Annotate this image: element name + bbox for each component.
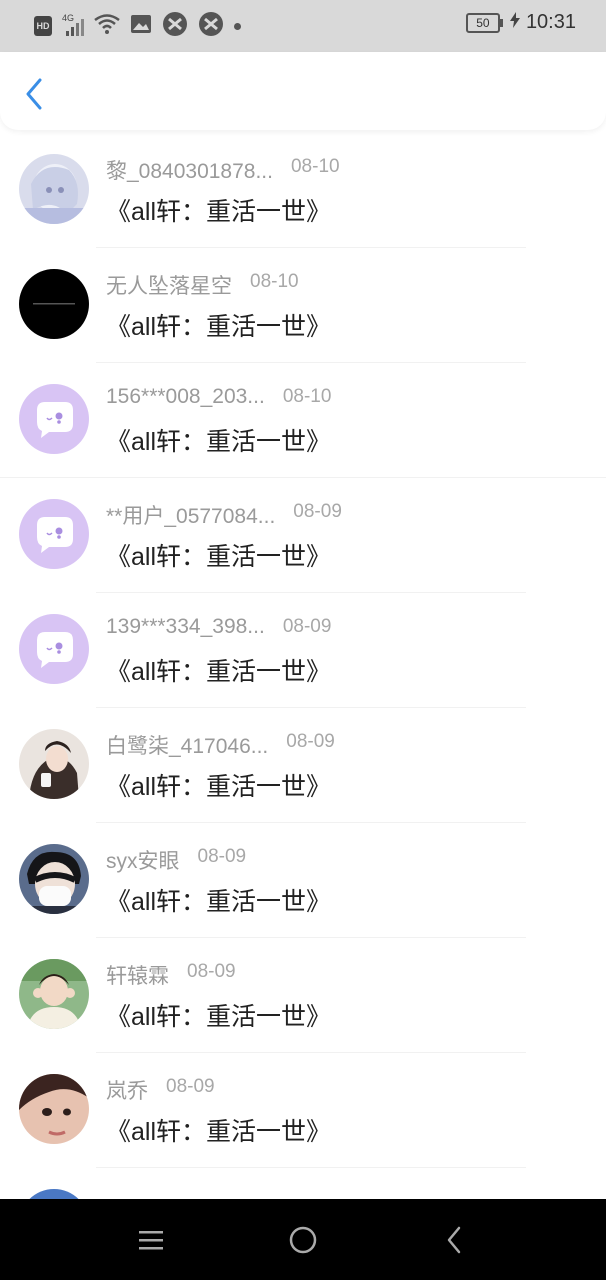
app-icon xyxy=(162,11,188,42)
avatar[interactable] xyxy=(19,384,89,454)
status-right: 50 10:31 xyxy=(465,11,576,34)
sender-name: 139***334_398... xyxy=(106,615,265,638)
message-list: 黎_0840301878... 08-10 《all轩：重活一世》 无人坠落星空 08-… xyxy=(0,133,606,1199)
menu-icon xyxy=(139,1230,163,1249)
system-nav-bar xyxy=(0,1199,606,1280)
book-title: 《all轩：重活一世》 xyxy=(106,1003,332,1031)
sender-line: syx安眼 08-09 xyxy=(106,845,246,875)
message-item[interactable]: 岚乔 08-09 《all轩：重活一世》 xyxy=(0,1053,606,1168)
gallery-icon xyxy=(130,14,152,39)
sender-line: 白鹭柒_417046... 08-09 xyxy=(106,730,335,760)
wifi-icon xyxy=(94,13,120,39)
avatar[interactable] xyxy=(19,1189,89,1199)
sender-line: 139***334_398... 08-09 xyxy=(106,615,331,639)
avatar[interactable] xyxy=(19,154,89,224)
book-title: 《all轩：重活一世》 xyxy=(106,1118,332,1146)
status-icons: HD 4G xyxy=(34,11,241,42)
message-item[interactable]: **用户_0577084... 08-09 《all轩：重活一世》 xyxy=(0,478,606,593)
home-button[interactable] xyxy=(273,1199,333,1280)
avatar[interactable] xyxy=(19,959,89,1029)
message-item[interactable]: 无人坠落星空 08-10 《all轩：重活一世》 xyxy=(0,248,606,363)
charging-icon xyxy=(509,11,520,34)
message-item[interactable]: 轩辕霖 08-09 《all轩：重活一世》 xyxy=(0,938,606,1053)
avatar[interactable] xyxy=(19,614,89,684)
book-title: 《all轩：重活一世》 xyxy=(106,198,332,226)
signal-icon: 4G xyxy=(62,13,84,37)
avatar[interactable] xyxy=(19,729,89,799)
sender-name: 轩辕霖 xyxy=(106,965,169,988)
message-date: 08-09 xyxy=(286,731,335,752)
sender-line: **用户_0577084... 08-09 xyxy=(106,500,342,530)
message-item[interactable]: syx安眼 08-09 《all轩：重活一世》 xyxy=(0,823,606,938)
avatar[interactable] xyxy=(19,1074,89,1144)
message-item[interactable] xyxy=(0,1168,606,1199)
sender-name: syx安眼 xyxy=(106,850,180,873)
message-date: 08-10 xyxy=(250,271,299,292)
back-triangle-icon xyxy=(447,1226,461,1253)
sender-name: 黎_0840301878... xyxy=(106,160,273,183)
chevron-left-icon xyxy=(26,78,42,110)
sender-line: 黎_0840301878... 08-10 xyxy=(106,155,340,185)
book-title: 《all轩：重活一世》 xyxy=(106,543,332,571)
sender-line: 轩辕霖 08-09 xyxy=(106,960,236,990)
message-date: 08-09 xyxy=(187,961,236,982)
sender-name: 156***008_203... xyxy=(106,385,265,408)
message-item[interactable]: 白鹭柒_417046... 08-09 《all轩：重活一世》 xyxy=(0,708,606,823)
back-button[interactable] xyxy=(18,74,50,114)
home-circle-icon xyxy=(289,1226,317,1253)
status-bar: HD 4G 50 10:31 xyxy=(0,0,606,52)
sender-line: 156***008_203... 08-10 xyxy=(106,385,331,409)
nav-back-button[interactable] xyxy=(424,1199,484,1280)
more-dot-icon xyxy=(234,22,241,30)
message-date: 08-09 xyxy=(282,616,332,637)
avatar[interactable] xyxy=(19,844,89,914)
header-bar xyxy=(0,52,606,130)
app-icon xyxy=(198,11,224,42)
clock: 10:31 xyxy=(525,11,576,33)
sender-name: 岚乔 xyxy=(106,1080,148,1103)
message-item[interactable]: 黎_0840301878... 08-10 《all轩：重活一世》 xyxy=(0,133,606,248)
avatar[interactable] xyxy=(19,499,89,569)
sender-line: 无人坠落星空 08-10 xyxy=(106,270,299,300)
message-item[interactable]: 156***008_203... 08-10 《all轩：重活一世》 xyxy=(0,363,606,478)
message-date: 08-09 xyxy=(166,1076,215,1097)
message-date: 08-10 xyxy=(290,156,340,177)
book-title: 《all轩：重活一世》 xyxy=(106,773,332,801)
sender-name: **用户_0577084... xyxy=(106,505,276,528)
avatar[interactable] xyxy=(19,269,89,339)
message-date: 08-09 xyxy=(293,501,342,522)
battery-icon: 50 xyxy=(465,12,503,33)
sender-name: 无人坠落星空 xyxy=(106,275,232,298)
book-title: 《all轩：重活一世》 xyxy=(106,658,332,686)
hd-icon: HD xyxy=(34,16,52,36)
message-item[interactable]: 139***334_398... 08-09 《all轩：重活一世》 xyxy=(0,593,606,708)
menu-button[interactable] xyxy=(121,1199,181,1280)
message-date: 08-10 xyxy=(282,386,332,407)
sender-line: 岚乔 08-09 xyxy=(106,1075,215,1105)
sender-name: 白鹭柒_417046... xyxy=(106,735,269,758)
book-title: 《all轩：重活一世》 xyxy=(106,888,332,916)
book-title: 《all轩：重活一世》 xyxy=(106,428,332,456)
message-date: 08-09 xyxy=(197,846,247,867)
book-title: 《all轩：重活一世》 xyxy=(106,313,332,341)
